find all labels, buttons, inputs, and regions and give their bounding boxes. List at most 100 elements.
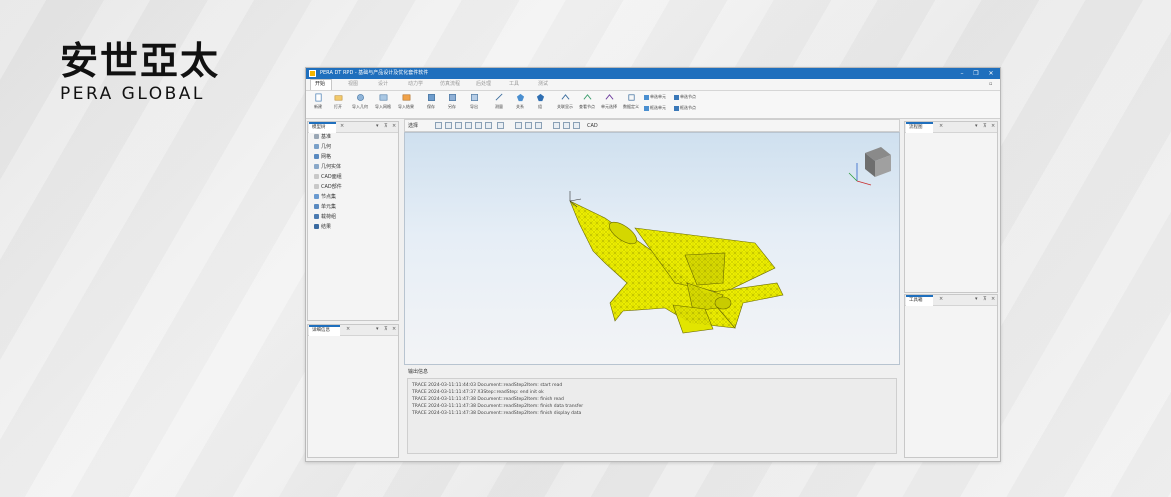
view-right-icon[interactable] — [465, 122, 472, 129]
tree-item-geometry[interactable]: 几何 — [314, 144, 331, 151]
model-tree-menu-icon[interactable]: ▾ — [376, 122, 379, 130]
single-select-node-button[interactable]: 单选节点 — [674, 94, 696, 100]
view-top-icon[interactable] — [475, 122, 482, 129]
save-as-button[interactable]: 另存 — [440, 93, 464, 110]
box-select-node-button[interactable]: 框选节点 — [674, 105, 696, 111]
tree-item-element-set[interactable]: 单元集 — [314, 204, 336, 211]
log-line: TRACE 2024-03-11:11:47:38 Document::read… — [412, 404, 584, 409]
view-cube-icon[interactable] — [848, 147, 891, 186]
app-icon — [309, 70, 316, 77]
new-file-icon — [314, 93, 322, 102]
relation-icon — [516, 93, 524, 102]
tab-design[interactable]: 设计 — [378, 81, 388, 88]
data-definition-button[interactable]: 数据定义 — [619, 93, 643, 110]
tree-item-node-set[interactable]: 节点集 — [314, 194, 336, 201]
tab-start[interactable]: 开始 — [315, 81, 325, 88]
save-as-icon — [448, 94, 456, 101]
view-iso-icon[interactable] — [497, 122, 504, 129]
box-select-node-icon — [674, 105, 679, 111]
associated-display-button[interactable]: 关联显示 — [553, 93, 577, 110]
element-select-button[interactable]: 单元选择 — [597, 93, 621, 110]
tree-item-load-group[interactable]: 载荷组 — [314, 214, 336, 221]
details-close-icon[interactable]: × — [392, 325, 396, 333]
flow-tab-close-icon[interactable]: × — [939, 122, 943, 130]
details-tab-close-icon[interactable]: × — [346, 325, 350, 333]
window-title: PERA DT RPD - 基础与产品设计及优化套件软件 — [320, 70, 429, 76]
single-select-element-button[interactable]: 单选单元 — [644, 94, 666, 100]
model-tree-pin-icon[interactable]: ⊼ — [384, 122, 388, 130]
model-tree-close-icon[interactable]: × — [392, 122, 396, 130]
tab-test[interactable]: 测试 — [538, 81, 548, 88]
export-button[interactable]: 导出 — [462, 93, 486, 110]
box-select-element-button[interactable]: 框选单元 — [644, 105, 666, 111]
view-bottom-icon[interactable] — [485, 122, 492, 129]
import-result-button[interactable]: 导入结果 — [394, 93, 418, 110]
tools-tab-close-icon[interactable]: × — [939, 295, 943, 303]
tree-item-result[interactable]: 结果 — [314, 224, 331, 231]
save-icon — [427, 94, 435, 101]
tab-tools[interactable]: 工具 — [509, 81, 519, 88]
logo-english-text: PERA GLOBAL — [60, 84, 205, 104]
minimize-button[interactable]: – — [956, 69, 968, 78]
details-menu-icon[interactable]: ▾ — [376, 325, 379, 333]
log-line: TRACE 2024-03-11:11:47:38 Document::read… — [412, 411, 582, 416]
view-nodes-button[interactable]: 查看节点 — [575, 93, 599, 110]
ribbon-options-icon[interactable]: ▫ — [989, 81, 992, 88]
details-header: 详细信息 × ▾ ⊼ × — [308, 325, 398, 336]
tools-menu-icon[interactable]: ▾ — [975, 295, 978, 303]
box-select-element-icon — [644, 105, 649, 111]
zoom-fit-icon[interactable] — [515, 122, 522, 129]
ribbon-tabs: 开始 视图 设计 动力学 仿真流程 后处理 工具 测试 ▫ — [306, 79, 1000, 91]
model-tree-tab-close-icon[interactable]: × — [340, 122, 344, 130]
model-tree-tab[interactable]: 模型树 — [309, 122, 336, 133]
company-logo: 安世亞太 PERA GLOBAL — [60, 40, 250, 104]
zoom-box-icon[interactable] — [535, 122, 542, 129]
open-button[interactable]: 打开 — [326, 93, 350, 110]
tools-pin-icon[interactable]: ⊼ — [983, 295, 987, 303]
viewport-cad-label[interactable]: CAD — [587, 122, 598, 130]
tab-post-processing[interactable]: 后处理 — [476, 81, 491, 88]
view-back-icon[interactable] — [445, 122, 452, 129]
group-button[interactable]: 组 — [528, 93, 552, 110]
details-pin-icon[interactable]: ⊼ — [384, 325, 388, 333]
tools-close-icon[interactable]: × — [991, 295, 995, 303]
output-title: 输出信息 — [408, 369, 429, 375]
node-set-icon — [314, 194, 319, 199]
import-geometry-icon — [356, 94, 364, 101]
open-folder-icon — [334, 95, 342, 101]
tools-header: 工具箱 × ▾ ⊼ × — [905, 295, 997, 306]
load-group-icon — [314, 214, 319, 219]
shaded-edges-icon[interactable] — [573, 122, 580, 129]
cad-parts-icon — [314, 184, 319, 189]
flow-menu-icon[interactable]: ▾ — [975, 122, 978, 130]
tab-simulation-flow[interactable]: 仿真流程 — [440, 81, 460, 88]
single-select-element-icon — [644, 94, 649, 100]
wireframe-icon[interactable] — [563, 122, 570, 129]
import-mesh-button[interactable]: 导入网格 — [371, 93, 395, 110]
zoom-icon[interactable] — [525, 122, 532, 129]
shaded-icon[interactable] — [553, 122, 560, 129]
tab-view[interactable]: 视图 — [348, 81, 358, 88]
ribbon-toolbar: 新建 打开 导入几何 导入网格 导入结果 保存 另存 导出 测量 关系 组 关联… — [306, 91, 1000, 119]
flow-pin-icon[interactable]: ⊼ — [983, 122, 987, 130]
flow-tab[interactable]: 流程图 — [906, 122, 933, 133]
tree-item-mesh[interactable]: 网格 — [314, 154, 331, 161]
tree-item-cad-parts[interactable]: CAD部件 — [314, 184, 342, 191]
view-front-icon[interactable] — [435, 122, 442, 129]
tree-item-geometry-entity[interactable]: 几何实体 — [314, 164, 341, 171]
viewport-select-label[interactable]: 选择 — [408, 122, 418, 130]
maximize-button[interactable]: ❐ — [970, 69, 982, 78]
tools-tab[interactable]: 工具箱 — [906, 295, 933, 306]
geometry-icon — [314, 144, 319, 149]
details-tab[interactable]: 详细信息 — [309, 325, 340, 336]
close-button[interactable]: ✕ — [985, 69, 997, 78]
single-select-node-icon — [674, 94, 679, 100]
tree-item-cad-faces[interactable]: CAD面组 — [314, 174, 342, 181]
view-left-icon[interactable] — [455, 122, 462, 129]
tab-dynamics[interactable]: 动力学 — [408, 81, 423, 88]
tree-item-datum[interactable]: 基准 — [314, 134, 331, 141]
3d-viewport[interactable] — [404, 132, 900, 365]
import-geometry-button[interactable]: 导入几何 — [348, 93, 372, 110]
flow-close-icon[interactable]: × — [991, 122, 995, 130]
output-log[interactable]: TRACE 2024-03-11:11:44:03 Document::read… — [407, 378, 897, 454]
